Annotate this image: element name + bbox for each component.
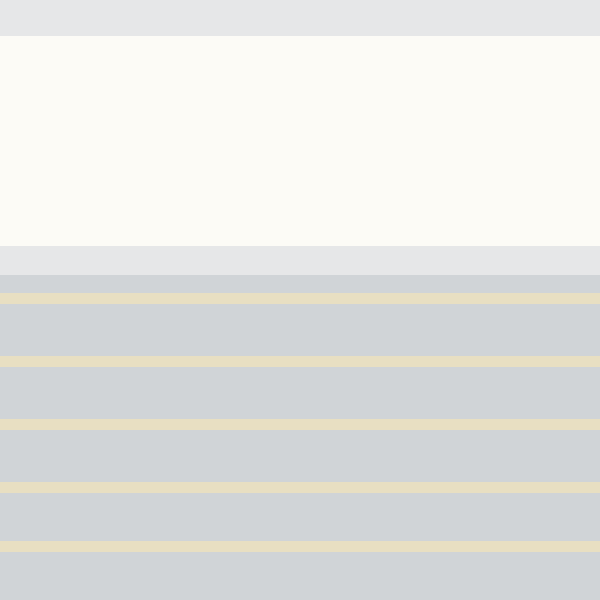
stripe xyxy=(0,482,600,493)
stripe-gap xyxy=(0,430,600,482)
top-band xyxy=(0,0,600,36)
mid-band xyxy=(0,246,600,275)
image-container xyxy=(0,0,600,600)
stripe-gap xyxy=(0,493,600,541)
stripe xyxy=(0,356,600,367)
stripe xyxy=(0,541,600,552)
stripe xyxy=(0,419,600,430)
stripe-gap xyxy=(0,304,600,356)
white-band xyxy=(0,36,600,246)
stripe-gap xyxy=(0,552,600,600)
stripe xyxy=(0,293,600,304)
striped-area xyxy=(0,275,600,600)
stripe-gap xyxy=(0,367,600,419)
